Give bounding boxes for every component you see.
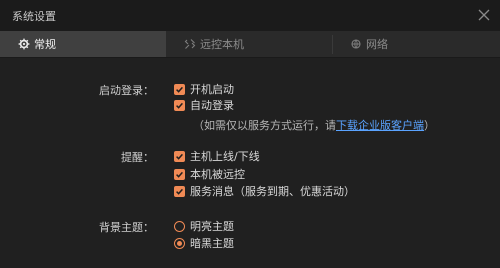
close-button[interactable]	[474, 5, 494, 25]
radio-unselected-icon	[174, 220, 185, 232]
checkbox-checked-icon	[174, 150, 185, 162]
theme-label: 背景主题：	[99, 221, 154, 234]
remotely-controlled-label: 本机被远控	[190, 168, 245, 181]
dark-theme-label: 暗黑主题	[190, 237, 234, 250]
tab-general[interactable]: 常规	[0, 31, 166, 57]
checkbox-checked-icon	[174, 99, 185, 111]
service-message-checkbox[interactable]: 服务消息（服务到期、优惠活动）	[174, 184, 355, 198]
general-settings-panel: 启动登录： 开机启动 自动登录 （如需仅以服务方式运行，请下载企业版客户端） 提…	[0, 58, 500, 268]
gear-icon	[18, 38, 30, 50]
host-online-offline-checkbox[interactable]: 主机上线/下线	[174, 149, 260, 163]
remote-control-icon	[184, 38, 196, 50]
light-theme-label: 明亮主题	[190, 220, 234, 233]
enterprise-hint: （如需仅以服务方式运行，请下载企业版客户端）	[193, 117, 435, 133]
title-bar: 系统设置	[0, 0, 500, 31]
auto-login-checkbox[interactable]: 自动登录	[174, 98, 234, 112]
light-theme-radio[interactable]: 明亮主题	[174, 219, 234, 233]
close-icon	[478, 9, 490, 21]
checkbox-checked-icon	[174, 168, 185, 180]
tab-network-label: 网络	[366, 38, 388, 51]
download-enterprise-client-link[interactable]: 下载企业版客户端	[336, 119, 424, 132]
network-icon	[350, 38, 362, 50]
tab-network[interactable]: 网络	[333, 31, 500, 57]
checkbox-checked-icon	[174, 185, 185, 197]
enterprise-hint-suffix: ）	[424, 119, 435, 132]
host-online-offline-label: 主机上线/下线	[190, 150, 260, 163]
tab-bar: 常规 远控本机 网络	[0, 31, 500, 58]
radio-selected-icon	[174, 237, 185, 249]
remotely-controlled-checkbox[interactable]: 本机被远控	[174, 167, 245, 181]
dark-theme-radio[interactable]: 暗黑主题	[174, 236, 234, 250]
launch-at-startup-checkbox[interactable]: 开机启动	[174, 82, 234, 96]
reminder-label: 提醒：	[121, 151, 154, 164]
tab-remote-control[interactable]: 远控本机	[166, 31, 332, 57]
enterprise-hint-prefix: （如需仅以服务方式运行，请	[193, 119, 336, 132]
service-message-label: 服务消息（服务到期、优惠活动）	[190, 185, 355, 198]
auto-login-label: 自动登录	[190, 99, 234, 112]
launch-at-startup-label: 开机启动	[190, 83, 234, 96]
checkbox-checked-icon	[174, 83, 185, 95]
startup-label: 启动登录：	[99, 84, 154, 97]
tab-remote-control-label: 远控本机	[200, 38, 244, 51]
tab-general-label: 常规	[34, 38, 56, 51]
window-title: 系统设置	[12, 10, 56, 23]
